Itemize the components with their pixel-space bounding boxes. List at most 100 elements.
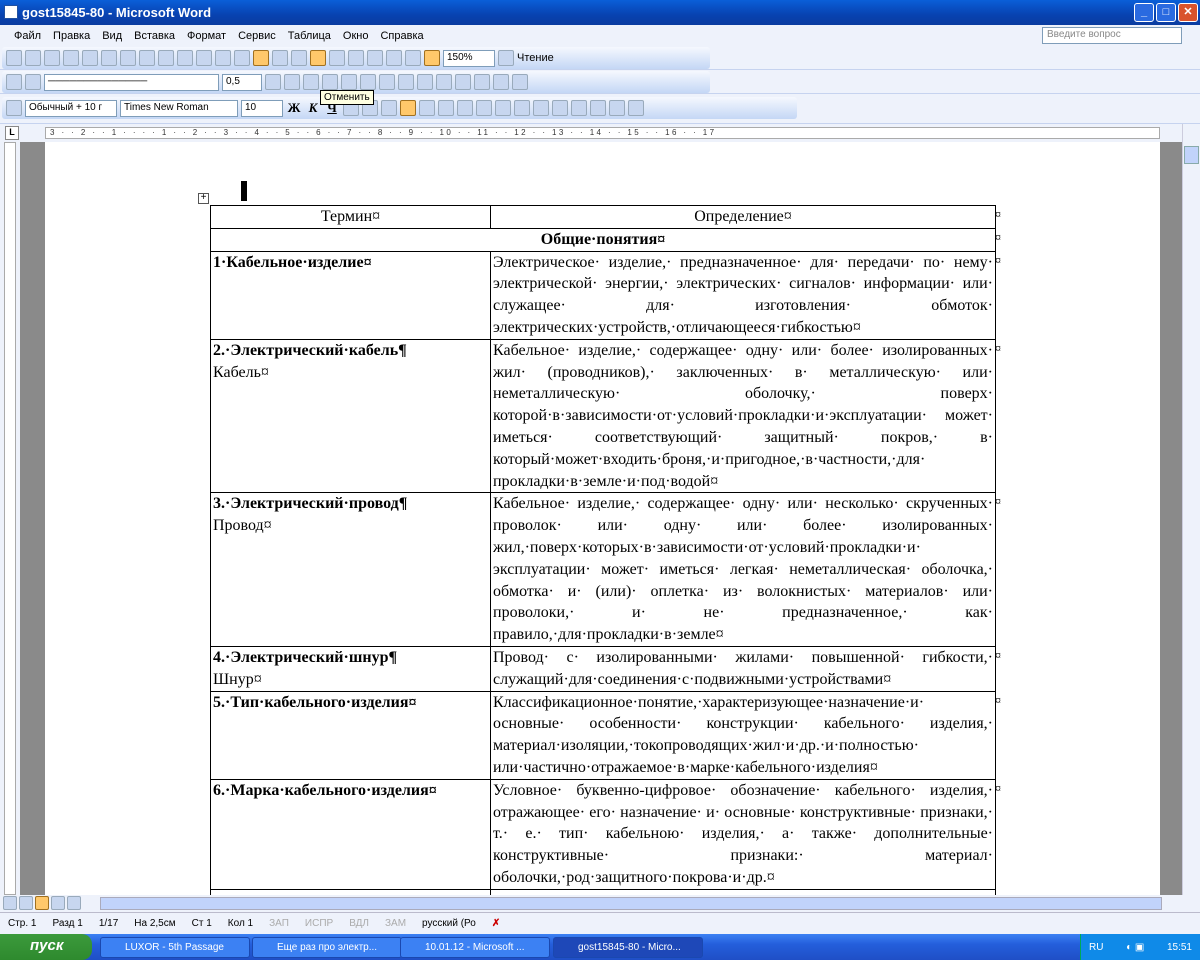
border-color-icon[interactable]	[265, 74, 281, 90]
status-trk[interactable]: ИСПР	[305, 918, 333, 929]
symbol-omega-icon[interactable]	[571, 100, 587, 116]
menu-window[interactable]: Окно	[343, 30, 369, 42]
help-search-input[interactable]: Введите вопрос	[1042, 27, 1182, 44]
normal-view-icon[interactable]	[3, 896, 17, 910]
borders-icon[interactable]	[284, 74, 300, 90]
menu-edit[interactable]: Правка	[53, 30, 90, 42]
align-right-icon[interactable]	[381, 100, 397, 116]
bold-button[interactable]: Ж	[286, 100, 302, 116]
definition-cell[interactable]: Кабельное· изделие,· содержащее· одну· и…	[490, 338, 996, 494]
menu-help[interactable]: Справка	[380, 30, 423, 42]
outside-border-icon[interactable]	[514, 100, 530, 116]
definition-cell[interactable]: Провод· с· изолированными· жилами· повыш…	[490, 645, 996, 692]
styles-icon[interactable]	[6, 100, 22, 116]
help-icon[interactable]	[498, 50, 514, 66]
print-layout-icon[interactable]	[35, 896, 49, 910]
print-icon[interactable]	[101, 50, 117, 66]
term-cell[interactable]: 3.·Электрический·провод¶ Провод¤	[210, 492, 491, 647]
reading-view-icon[interactable]	[67, 896, 81, 910]
email-icon[interactable]	[82, 50, 98, 66]
paste-icon[interactable]	[215, 50, 231, 66]
split-cells-icon[interactable]	[360, 74, 376, 90]
term-cell[interactable]: 2.·Электрический·кабель¶ Кабель¤	[210, 338, 491, 494]
tab-selector[interactable]: L	[5, 126, 19, 140]
definition-cell[interactable]: Электрическое· изделие,· предназначенное…	[490, 250, 996, 340]
term-cell[interactable]: 6.·Марка·кабельного·изделия¤	[210, 778, 491, 890]
menu-file[interactable]: Файл	[14, 30, 41, 42]
align-icon[interactable]	[379, 74, 395, 90]
term-cell[interactable]: 5.·Тип·кабельного·изделия¤	[210, 690, 491, 780]
permission-icon[interactable]	[63, 50, 79, 66]
distribute-columns-icon[interactable]	[417, 74, 433, 90]
document-map-icon[interactable]	[405, 50, 421, 66]
definition-cell[interactable]: Кабельное· изделие,· содержащее· одну· и…	[490, 492, 996, 647]
spelling-icon[interactable]	[139, 50, 155, 66]
menu-view[interactable]: Вид	[102, 30, 122, 42]
task-browser[interactable]: Еще раз про электр...	[252, 937, 402, 958]
autosum-icon[interactable]	[512, 74, 528, 90]
start-button[interactable]: пуск	[0, 934, 92, 960]
justify-icon[interactable]	[400, 100, 416, 116]
ruler-scale[interactable]: 3 · · 2 · · 1 · · · · 1 · · 2 · · 3 · · …	[45, 127, 1160, 139]
status-ovr[interactable]: ЗАМ	[385, 918, 406, 929]
term-cell[interactable]: 1·Кабельное·изделие¤	[210, 250, 491, 340]
research-icon[interactable]	[158, 50, 174, 66]
new-icon[interactable]	[6, 50, 22, 66]
outline-view-icon[interactable]	[51, 896, 65, 910]
close-button[interactable]: ✕	[1178, 3, 1198, 22]
numbering-icon[interactable]	[438, 100, 454, 116]
hyperlink-icon[interactable]	[291, 50, 307, 66]
decrease-indent-icon[interactable]	[476, 100, 492, 116]
minimize-button[interactable]: _	[1134, 3, 1154, 22]
sort-asc-icon[interactable]	[474, 74, 490, 90]
menu-format[interactable]: Формат	[187, 30, 226, 42]
menu-table[interactable]: Таблица	[288, 30, 331, 42]
task-word-gost[interactable]: gost15845-80 - Micro...	[553, 937, 703, 958]
highlight-icon[interactable]	[533, 100, 549, 116]
style-select[interactable]: Обычный + 10 г	[25, 99, 117, 117]
format-painter-icon[interactable]	[234, 50, 250, 66]
tray-icons[interactable]: ◐ ▣	[1126, 942, 1144, 953]
distribute-rows-icon[interactable]	[398, 74, 414, 90]
vertical-scrollbar[interactable]	[1182, 124, 1200, 895]
line-weight-select[interactable]: 0,5	[222, 73, 262, 91]
undo-icon[interactable]	[253, 50, 269, 66]
autoformat-icon[interactable]	[436, 74, 452, 90]
definition-cell[interactable]: Условное· буквенно-цифровое· обозначение…	[490, 778, 996, 890]
menu-tools[interactable]: Сервис	[238, 30, 276, 42]
shading-icon[interactable]	[303, 74, 319, 90]
insert-table-icon[interactable]	[329, 50, 345, 66]
cut-icon[interactable]	[177, 50, 193, 66]
superscript-icon[interactable]	[590, 100, 606, 116]
scroll-thumb[interactable]	[1184, 146, 1199, 164]
insert-excel-icon[interactable]	[348, 50, 364, 66]
save-icon[interactable]	[44, 50, 60, 66]
tables-borders-icon[interactable]	[310, 50, 326, 66]
term-cell[interactable]: 4.·Электрический·шнур¶ Шнур¤	[210, 645, 491, 692]
status-language[interactable]: русский (Ро	[422, 918, 476, 929]
eraser-icon[interactable]	[25, 74, 41, 90]
reading-mode-button[interactable]: Чтение	[517, 52, 554, 64]
menu-insert[interactable]: Вставка	[134, 30, 175, 42]
task-luxor[interactable]: LUXOR - 5th Passage	[100, 937, 250, 958]
drawing-icon[interactable]	[386, 50, 402, 66]
language-indicator[interactable]: RU	[1089, 942, 1103, 953]
text-direction-icon[interactable]	[455, 74, 471, 90]
preview-icon[interactable]	[120, 50, 136, 66]
line-style-select[interactable]: ──────────────	[44, 73, 219, 91]
italic-button[interactable]: К	[305, 100, 321, 116]
status-ext[interactable]: ВДЛ	[349, 918, 369, 929]
sort-desc-icon[interactable]	[493, 74, 509, 90]
web-view-icon[interactable]	[19, 896, 33, 910]
insert-table-icon[interactable]	[322, 74, 338, 90]
shrink-font-icon[interactable]	[628, 100, 644, 116]
spelling-status-icon[interactable]: ✗	[492, 918, 500, 929]
show-formatting-icon[interactable]	[424, 50, 440, 66]
bullets-icon[interactable]	[457, 100, 473, 116]
open-icon[interactable]	[25, 50, 41, 66]
draw-table-icon[interactable]	[6, 74, 22, 90]
definition-cell[interactable]: Классификационное·понятие,·характеризующ…	[490, 690, 996, 780]
horizontal-scrollbar[interactable]	[100, 897, 1162, 910]
line-spacing-icon[interactable]	[419, 100, 435, 116]
grow-font-icon[interactable]	[609, 100, 625, 116]
